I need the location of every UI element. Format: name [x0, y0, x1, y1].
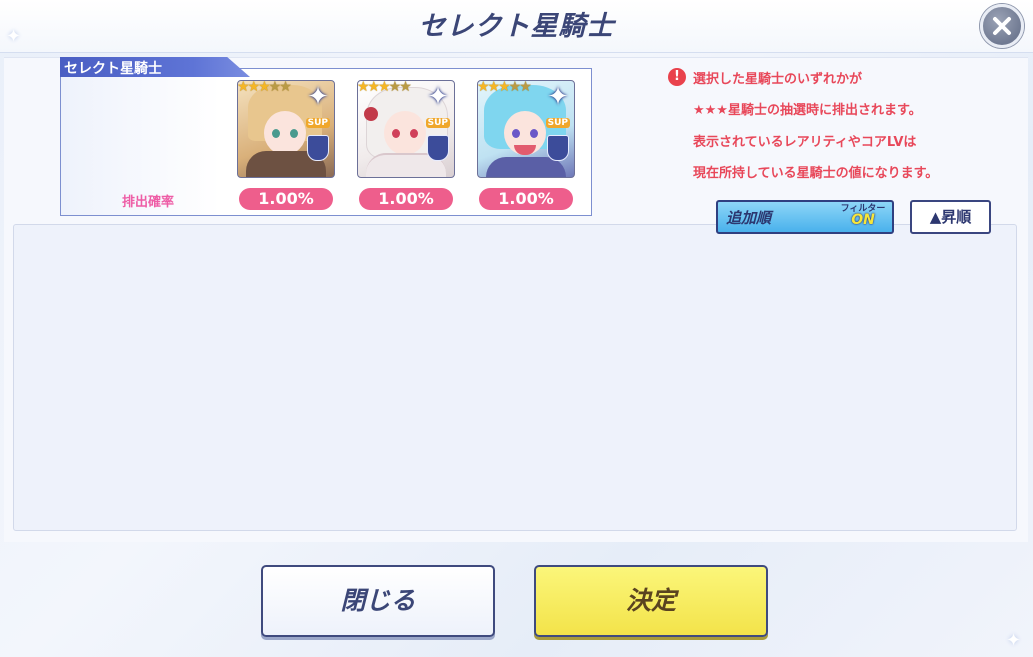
- close-dialog-button[interactable]: 閉じる: [261, 565, 495, 637]
- select-knight-tab-label: セレクト星騎士: [64, 61, 162, 77]
- warning-icon: !: [668, 68, 686, 86]
- character-card[interactable]: ★★★★★ ✦ SUP: [237, 80, 335, 178]
- page-title: セレクト星騎士: [418, 11, 615, 42]
- rate-value: 1.00%: [479, 188, 573, 210]
- knight-list-area[interactable]: [13, 224, 1017, 531]
- filter-status-tag: フィルター ON: [836, 204, 890, 230]
- rarity-stars: ★★★★★: [357, 80, 412, 95]
- rate-value: 1.00%: [359, 188, 453, 210]
- sort-order-button[interactable]: ▲昇順: [910, 200, 991, 234]
- type-badge: SUP: [545, 118, 570, 128]
- close-button[interactable]: [980, 4, 1024, 48]
- rate-value: 1.00%: [239, 188, 333, 210]
- select-knight-tab: セレクト星騎士: [60, 57, 250, 77]
- close-icon: [993, 17, 1011, 35]
- type-badge: SUP: [305, 118, 330, 128]
- notice-line: 選択した星騎士のいずれかが: [693, 72, 863, 87]
- sort-add-order-button[interactable]: 追加順 フィルター ON: [716, 200, 894, 234]
- header-bar: セレクト星騎士: [0, 0, 1033, 53]
- class-shield-icon: [547, 135, 569, 161]
- character-card[interactable]: ★★★★★ ✦ SUP: [357, 80, 455, 178]
- type-badge: SUP: [425, 118, 450, 128]
- sparkle-icon: ✦: [1006, 630, 1022, 651]
- rarity-stars: ★★★★★: [477, 80, 532, 95]
- element-star-icon: ✦: [307, 82, 329, 112]
- confirm-button[interactable]: 決定: [534, 565, 768, 637]
- sparkle-icon: ✦: [6, 26, 22, 47]
- class-shield-icon: [307, 135, 329, 161]
- rarity-stars: ★★★★★: [237, 80, 292, 95]
- sort-add-order-label: 追加順: [726, 209, 772, 227]
- class-shield-icon: [427, 135, 449, 161]
- character-card[interactable]: ★★★★★ ✦ SUP: [477, 80, 575, 178]
- notice-line: 表示されているレアリティやコアLVは: [693, 135, 917, 150]
- element-star-icon: ✦: [547, 82, 569, 112]
- element-star-icon: ✦: [427, 82, 449, 112]
- notice-line: ★★★星騎士の抽選時に排出されます。: [693, 103, 922, 118]
- notice-line: 現在所持している星騎士の値になります。: [693, 166, 939, 181]
- filter-state: ON: [851, 212, 875, 228]
- rate-label: 排出確率: [122, 195, 175, 210]
